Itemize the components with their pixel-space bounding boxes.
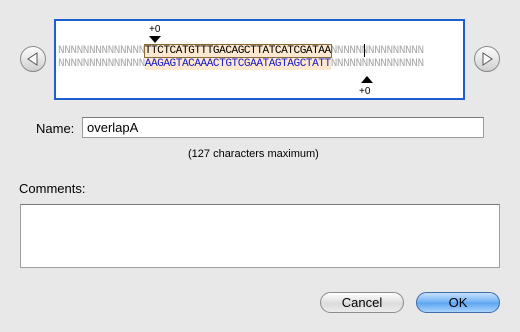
previous-button[interactable] bbox=[20, 46, 46, 72]
bottom-offset-label: +0 bbox=[359, 86, 371, 97]
bottom-strand-suffix: NNNNNNNNNNNNNNN bbox=[330, 58, 424, 70]
text-cursor bbox=[364, 44, 365, 57]
top-strand-prefix: NNNNNNNNNNNNNN bbox=[58, 45, 145, 57]
cancel-button[interactable]: Cancel bbox=[320, 292, 404, 313]
comments-textarea[interactable] bbox=[20, 204, 500, 268]
left-arrow-icon bbox=[27, 52, 38, 66]
top-strand-suffix: NNNNNNNNNNNNNNN bbox=[330, 45, 424, 57]
bottom-strand-selection: AAGAGTACAAACTGTCGAATAGTAGCTATT bbox=[144, 58, 331, 70]
top-offset-marker-icon[interactable] bbox=[149, 36, 161, 43]
bottom-strand[interactable]: NNNNNNNNNNNNNNAAGAGTACAAACTGTCGAATAGTAGC… bbox=[58, 58, 424, 70]
right-arrow-icon bbox=[482, 52, 493, 66]
name-length-hint: (127 characters maximum) bbox=[188, 148, 319, 160]
next-button[interactable] bbox=[474, 46, 500, 72]
comments-label: Comments: bbox=[19, 181, 86, 196]
bottom-strand-prefix: NNNNNNNNNNNNNN bbox=[58, 58, 145, 70]
sequence-viewer[interactable]: +0 NNNNNNNNNNNNNNTTCTCATGTTTGACAGCTTATCA… bbox=[54, 19, 465, 100]
name-input[interactable]: overlapA bbox=[82, 117, 484, 138]
ok-button[interactable]: OK bbox=[416, 292, 500, 313]
bottom-offset-marker-icon[interactable] bbox=[361, 76, 373, 83]
top-strand-selection: TTCTCATGTTTGACAGCTTATCATCGATAA bbox=[143, 44, 332, 58]
name-label: Name: bbox=[36, 121, 75, 136]
top-offset-label: +0 bbox=[149, 24, 161, 35]
top-strand[interactable]: NNNNNNNNNNNNNNTTCTCATGTTTGACAGCTTATCATCG… bbox=[58, 44, 424, 58]
